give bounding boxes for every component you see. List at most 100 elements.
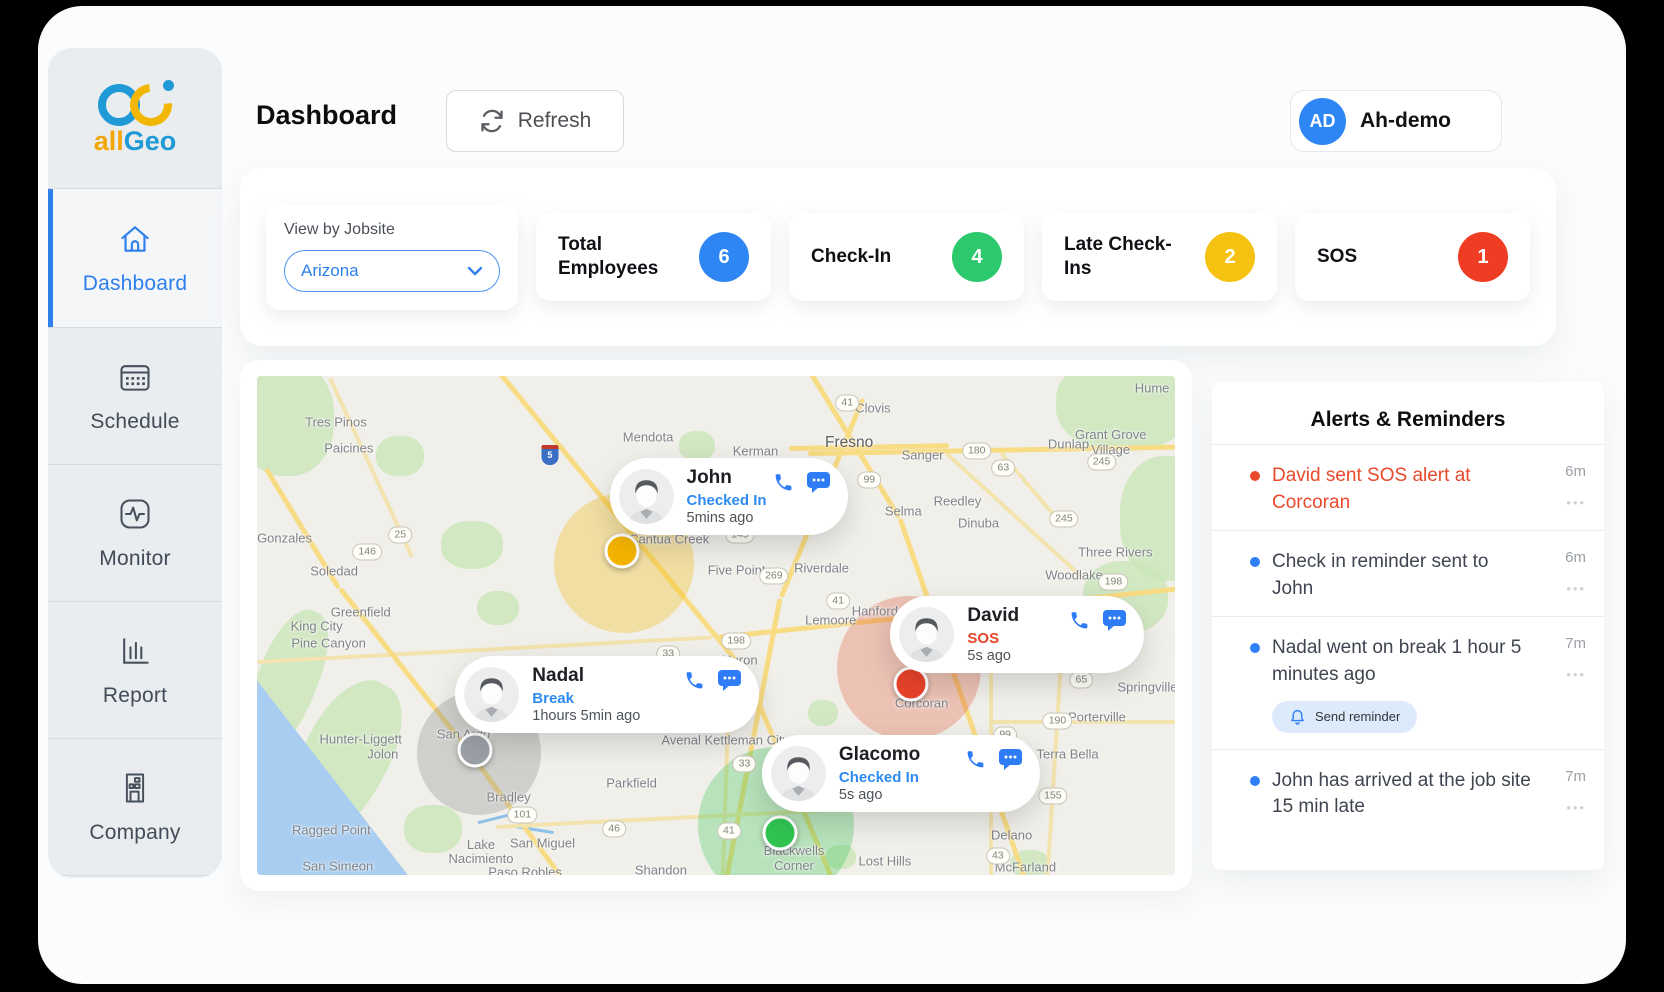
jobsite-dropdown[interactable]: Arizona — [284, 250, 500, 292]
employee-name: Nadal — [532, 665, 640, 687]
sidebar-item-monitor[interactable]: Monitor — [48, 465, 222, 602]
map-place-label: Riverdale — [794, 560, 849, 575]
app-root: { "logo": {"part1": "all", "part2": "Geo… — [0, 0, 1664, 992]
map-place-label: Lemoore — [805, 613, 856, 628]
route-shield: 245 — [1049, 511, 1079, 528]
user-menu[interactable]: AD Ah-demo — [1290, 90, 1502, 152]
employee-time: 5s ago — [839, 787, 920, 803]
message-icon[interactable] — [998, 748, 1023, 776]
alert-bullet — [1250, 471, 1260, 481]
stat-label: Check-In — [811, 245, 891, 269]
map-place-label: Woodlake — [1045, 567, 1103, 582]
app-logo: allGeo — [48, 48, 222, 189]
stat-card-check-in: Check-In 4 — [789, 213, 1024, 301]
stat-badge: 1 — [1458, 232, 1508, 282]
map-place-label: Soledad — [310, 563, 358, 578]
alert-text: Check in reminder sent to John — [1272, 549, 1534, 602]
sidebar-item-company[interactable]: Company — [48, 739, 222, 876]
map-marker-john[interactable] — [605, 533, 640, 568]
employee-time: 1hours 5min ago — [532, 708, 640, 724]
active-indicator — [48, 189, 53, 327]
send-reminder-button[interactable]: Send reminder — [1272, 701, 1417, 733]
more-options-icon[interactable]: ••• — [1566, 495, 1586, 510]
map-place-label: Tres Pinos — [305, 415, 367, 430]
map-green-area — [441, 521, 503, 569]
map-place-label: Mendota — [623, 430, 674, 445]
map-marker-nadal[interactable] — [457, 733, 492, 768]
employee-status: SOS — [967, 630, 1019, 647]
alert-item-checkin-reminder: Check in reminder sent to John 6m ••• — [1212, 530, 1604, 616]
sidebar-item-dashboard[interactable]: Dashboard — [48, 189, 222, 328]
employee-card-glacomo: Glacomo Checked In 5s ago — [762, 735, 1040, 812]
logo-text: allGeo — [94, 126, 177, 157]
map-green-area — [477, 591, 519, 625]
route-shield: 99 — [857, 471, 881, 488]
alerts-title: Alerts & Reminders — [1212, 382, 1604, 444]
employee-status: Checked In — [687, 492, 767, 509]
employee-status: Break — [532, 690, 640, 707]
message-icon[interactable] — [806, 471, 831, 499]
map-canvas[interactable]: John Checked In 5mins ago David SOS 5s a… — [257, 376, 1175, 875]
message-icon[interactable] — [717, 669, 742, 697]
map-place-label: Shandon — [635, 863, 687, 876]
refresh-button[interactable]: Refresh — [446, 90, 624, 152]
map-place-label: Paso Robles — [488, 864, 562, 875]
more-options-icon[interactable]: ••• — [1566, 581, 1586, 596]
sidebar-item-label: Monitor — [99, 547, 170, 571]
alert-text: David sent SOS alert at Corcoran — [1272, 463, 1534, 516]
map-place-label: Clovis — [855, 401, 890, 416]
phone-icon[interactable] — [965, 749, 986, 775]
route-shield: 41 — [826, 593, 850, 610]
message-icon[interactable] — [1102, 609, 1127, 637]
sidebar: allGeo Dashboard Schedule Monitor — [48, 48, 222, 878]
alert-text: Nadal went on break 1 hour 5 minutes ago — [1272, 635, 1534, 688]
alert-time: 7m — [1565, 768, 1586, 785]
employee-name: David — [967, 605, 1019, 627]
sidebar-item-report[interactable]: Report — [48, 602, 222, 739]
route-shield: 198 — [1099, 573, 1129, 590]
route-shield: 25 — [388, 527, 412, 544]
bell-icon — [1289, 708, 1306, 726]
alert-bullet — [1250, 776, 1260, 786]
map-place-label: Blackwells Corner — [754, 844, 834, 874]
alert-time: 7m — [1565, 635, 1586, 652]
map-place-label: Three Rivers — [1075, 546, 1155, 561]
interstate-shield: 5 — [541, 445, 558, 465]
stat-badge: 4 — [952, 232, 1002, 282]
map-place-label: King City — [291, 618, 343, 633]
refresh-icon — [479, 108, 505, 134]
more-options-icon[interactable]: ••• — [1566, 667, 1586, 682]
building-icon — [117, 770, 153, 811]
map-place-label: Paicines — [324, 441, 373, 456]
map-green-area — [808, 700, 838, 726]
route-shield: 190 — [1043, 712, 1073, 729]
map-marker-glacomo[interactable] — [763, 815, 798, 850]
stat-badge: 2 — [1205, 232, 1255, 282]
map-place-label: Hunter-Liggett — [320, 731, 402, 746]
user-name: Ah-demo — [1360, 109, 1451, 133]
employee-name: John — [687, 467, 767, 489]
sidebar-item-schedule[interactable]: Schedule — [48, 328, 222, 465]
employee-avatar — [464, 667, 519, 722]
sidebar-item-label: Company — [89, 821, 180, 845]
route-shield: 198 — [721, 632, 751, 649]
alert-bullet — [1250, 643, 1260, 653]
pulse-icon — [117, 496, 153, 537]
map-place-label: Reedley — [934, 494, 982, 509]
sidebar-item-label: Report — [103, 684, 167, 708]
alert-time: 6m — [1565, 549, 1586, 566]
stat-card-sos: SOS 1 — [1295, 213, 1530, 301]
phone-icon[interactable] — [1069, 610, 1090, 636]
route-shield: 41 — [835, 395, 859, 412]
route-shield: 180 — [962, 442, 992, 459]
more-options-icon[interactable]: ••• — [1566, 800, 1586, 815]
alert-time: 6m — [1565, 463, 1586, 480]
map-place-label: Lost Hills — [859, 854, 912, 869]
page-title: Dashboard — [256, 100, 397, 131]
phone-icon[interactable] — [684, 670, 705, 696]
phone-icon[interactable] — [773, 472, 794, 498]
route-shield: 46 — [602, 820, 626, 837]
map-place-label: Hanford — [852, 604, 898, 619]
employee-name: Glacomo — [839, 744, 920, 766]
alert-bullet — [1250, 557, 1260, 567]
